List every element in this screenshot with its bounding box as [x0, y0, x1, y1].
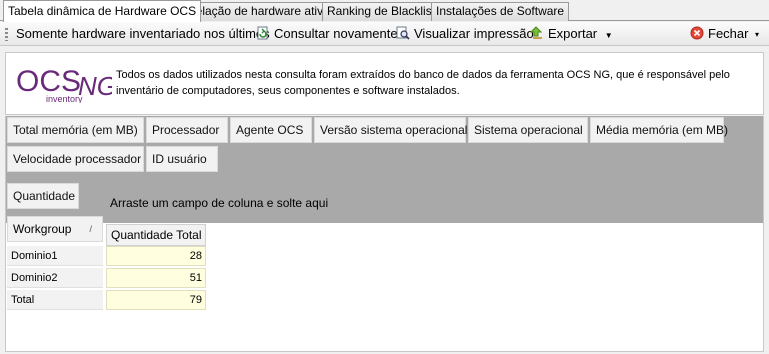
- export-icon: [530, 26, 543, 39]
- cell-dominio2-total[interactable]: 51: [106, 268, 206, 288]
- column-drop-hint[interactable]: Arraste um campo de coluna e solte aqui: [110, 196, 328, 210]
- refresh-label: Consultar novamente: [274, 26, 398, 41]
- info-banner: OCS NG inventory Todos os dados utilizad…: [5, 52, 764, 115]
- row-label-total[interactable]: Total: [7, 290, 103, 310]
- row-label-dominio2[interactable]: Dominio2: [7, 268, 103, 288]
- cell-dominio1-total[interactable]: 28: [106, 246, 206, 266]
- field-ocs-agent[interactable]: Agente OCS: [230, 117, 312, 143]
- field-os[interactable]: Sistema operacional: [468, 117, 588, 143]
- banner-description: Todos os dados utilizados nesta consulta…: [116, 69, 730, 97]
- tab-software-installs[interactable]: Instalações de Software: [431, 2, 570, 21]
- row-label-dominio1[interactable]: Dominio1: [7, 246, 103, 266]
- window: Tabela dinâmica de Hardware OCS Relação …: [0, 0, 769, 354]
- print-preview-label: Visualizar impressão: [414, 26, 534, 41]
- field-os-version[interactable]: Versão sistema operacional: [314, 117, 467, 143]
- close-label: Fechar: [708, 26, 749, 41]
- toolbar-grip[interactable]: [5, 28, 8, 41]
- field-processor[interactable]: Processador: [146, 117, 228, 143]
- print-preview-icon: [396, 26, 410, 40]
- print-preview-button[interactable]: Visualizar impressão: [396, 25, 534, 43]
- tab-strip: Tabela dinâmica de Hardware OCS Relação …: [0, 0, 769, 22]
- svg-text:NG: NG: [78, 71, 112, 101]
- filter-field-area: Total memória (em MB) Processador Agente…: [6, 116, 763, 223]
- toolbar-overflow-icon[interactable]: ▾: [755, 30, 759, 39]
- export-dropdown[interactable]: Exportar ▼: [530, 25, 613, 43]
- tab-pivot-hardware[interactable]: Tabela dinâmica de Hardware OCS: [3, 0, 202, 22]
- row-field-label: Workgroup: [13, 222, 72, 236]
- chevron-down-icon: ▼: [604, 31, 613, 40]
- hardware-period-filter[interactable]: Somente hardware inventariado nos último…: [16, 25, 270, 43]
- column-header-total: Quantidade Total: [106, 224, 206, 246]
- ocs-inventory-logo: OCS NG inventory: [16, 65, 112, 103]
- close-icon: [690, 26, 704, 40]
- svg-text:inventory: inventory: [46, 94, 83, 103]
- field-processor-speed[interactable]: Velocidade processador: [7, 146, 144, 172]
- row-field-workgroup[interactable]: Workgroup /: [7, 216, 103, 242]
- sort-icon: /: [89, 224, 92, 234]
- tab-active-hardware[interactable]: Relação de hardware ativo: [182, 2, 335, 21]
- toolbar: Somente hardware inventariado nos último…: [0, 22, 769, 46]
- refresh-icon: [257, 26, 268, 40]
- field-total-memory[interactable]: Total memória (em MB): [7, 117, 144, 143]
- field-user-id[interactable]: ID usuário: [146, 146, 218, 172]
- field-avg-memory[interactable]: Média memória (em MB): [590, 117, 728, 143]
- export-label: Exportar: [548, 26, 598, 41]
- pivot-grid: Total memória (em MB) Processador Agente…: [5, 116, 764, 352]
- tab-blacklist-ranking[interactable]: Ranking de Blacklist: [322, 2, 441, 21]
- cell-grand-total[interactable]: 79: [106, 290, 206, 310]
- close-button[interactable]: Fechar: [690, 25, 748, 43]
- data-field-quantity[interactable]: Quantidade: [7, 183, 79, 209]
- refresh-button[interactable]: Consultar novamente: [256, 25, 398, 43]
